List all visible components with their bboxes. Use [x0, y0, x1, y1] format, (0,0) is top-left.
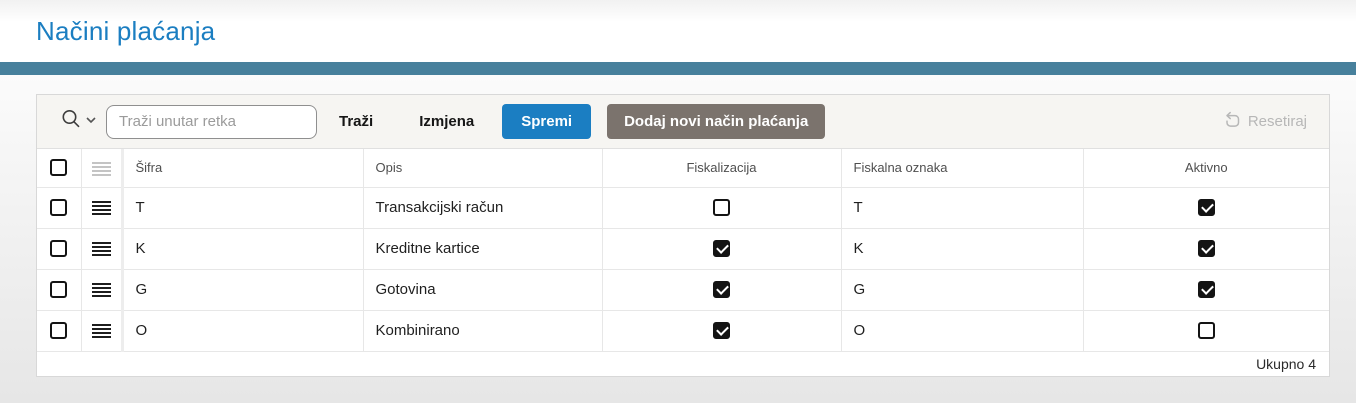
column-header-fiskalizacija: Fiskalizacija	[602, 149, 842, 188]
table-row: K Kreditne kartice K	[37, 228, 1329, 270]
cell-fiskalna-oznaka: T	[841, 187, 1084, 229]
table-footer-row: Ukupno 4	[37, 351, 1329, 376]
select-all-checkbox[interactable]	[50, 159, 68, 177]
row-menu-icon[interactable]	[91, 242, 111, 257]
page-title: Načini plaćanja	[36, 15, 216, 46]
aktivno-checkbox[interactable]	[1197, 199, 1215, 217]
row-select-checkbox[interactable]	[50, 281, 68, 299]
row-select-checkbox[interactable]	[50, 199, 68, 217]
fiskalizacija-checkbox[interactable]	[713, 281, 730, 299]
cell-sifra: G	[122, 269, 364, 311]
row-menu-icon[interactable]	[91, 283, 111, 298]
table-row: G Gotovina G	[37, 269, 1329, 311]
search-options-trigger[interactable]	[59, 107, 97, 136]
cell-sifra: K	[122, 228, 364, 270]
table-body: T Transakcijski račun T K Kreditne karti…	[37, 187, 1329, 352]
reset-button[interactable]: Resetiraj	[1216, 105, 1315, 138]
aktivno-checkbox[interactable]	[1197, 322, 1215, 340]
payment-methods-table: Šifra Opis Fiskalizacija Fiskalna oznaka…	[37, 149, 1329, 376]
table-row: O Kombinirano O	[37, 310, 1329, 352]
row-menu-icon[interactable]	[91, 201, 111, 216]
aktivno-checkbox[interactable]	[1197, 240, 1215, 258]
column-header-aktivno: Aktivno	[1083, 149, 1329, 188]
cell-fiskalna-oznaka: O	[841, 310, 1084, 352]
save-button[interactable]: Spremi	[502, 104, 592, 139]
row-menu-icon[interactable]	[91, 324, 111, 339]
column-header-sifra: Šifra	[122, 149, 364, 188]
reset-label: Resetiraj	[1247, 113, 1307, 130]
fiskalizacija-checkbox[interactable]	[713, 322, 730, 340]
fiskalizacija-checkbox[interactable]	[713, 240, 730, 258]
column-header-opis: Opis	[363, 149, 603, 188]
cell-sifra: O	[122, 310, 364, 352]
search-button[interactable]: Traži	[329, 105, 383, 138]
cell-opis: Gotovina	[363, 269, 603, 311]
table-header-row: Šifra Opis Fiskalizacija Fiskalna oznaka…	[37, 149, 1329, 188]
search-icon	[59, 107, 83, 136]
fiskalizacija-checkbox[interactable]	[713, 199, 730, 217]
cell-opis: Kreditne kartice	[363, 228, 603, 270]
cell-fiskalna-oznaka: G	[841, 269, 1084, 311]
cell-fiskalna-oznaka: K	[841, 228, 1084, 270]
grid-toolbar: Traži Izmjena Spremi Dodaj novi način pl…	[37, 95, 1329, 149]
total-count: Ukupno 4	[37, 351, 1329, 376]
column-header-fiskalna-oznaka: Fiskalna oznaka	[841, 149, 1084, 188]
cell-sifra: T	[122, 187, 364, 229]
aktivno-checkbox[interactable]	[1197, 281, 1215, 299]
content-area: Traži Izmjena Spremi Dodaj novi način pl…	[0, 75, 1356, 403]
edit-button[interactable]: Izmjena	[409, 105, 484, 138]
payment-methods-panel: Traži Izmjena Spremi Dodaj novi način pl…	[36, 94, 1330, 377]
header-divider-bar	[0, 62, 1356, 75]
table-row: T Transakcijski račun T	[37, 187, 1329, 229]
search-input[interactable]	[106, 104, 317, 139]
page-header: Načini plaćanja	[0, 0, 1356, 62]
cell-opis: Transakcijski račun	[363, 187, 603, 229]
chevron-down-icon	[85, 113, 97, 131]
row-select-checkbox[interactable]	[50, 240, 68, 258]
add-payment-method-button[interactable]: Dodaj novi način plaćanja	[607, 104, 826, 139]
row-menu-column-icon	[91, 161, 111, 176]
row-select-checkbox[interactable]	[50, 322, 68, 340]
reset-icon	[1224, 111, 1241, 132]
cell-opis: Kombinirano	[363, 310, 603, 352]
